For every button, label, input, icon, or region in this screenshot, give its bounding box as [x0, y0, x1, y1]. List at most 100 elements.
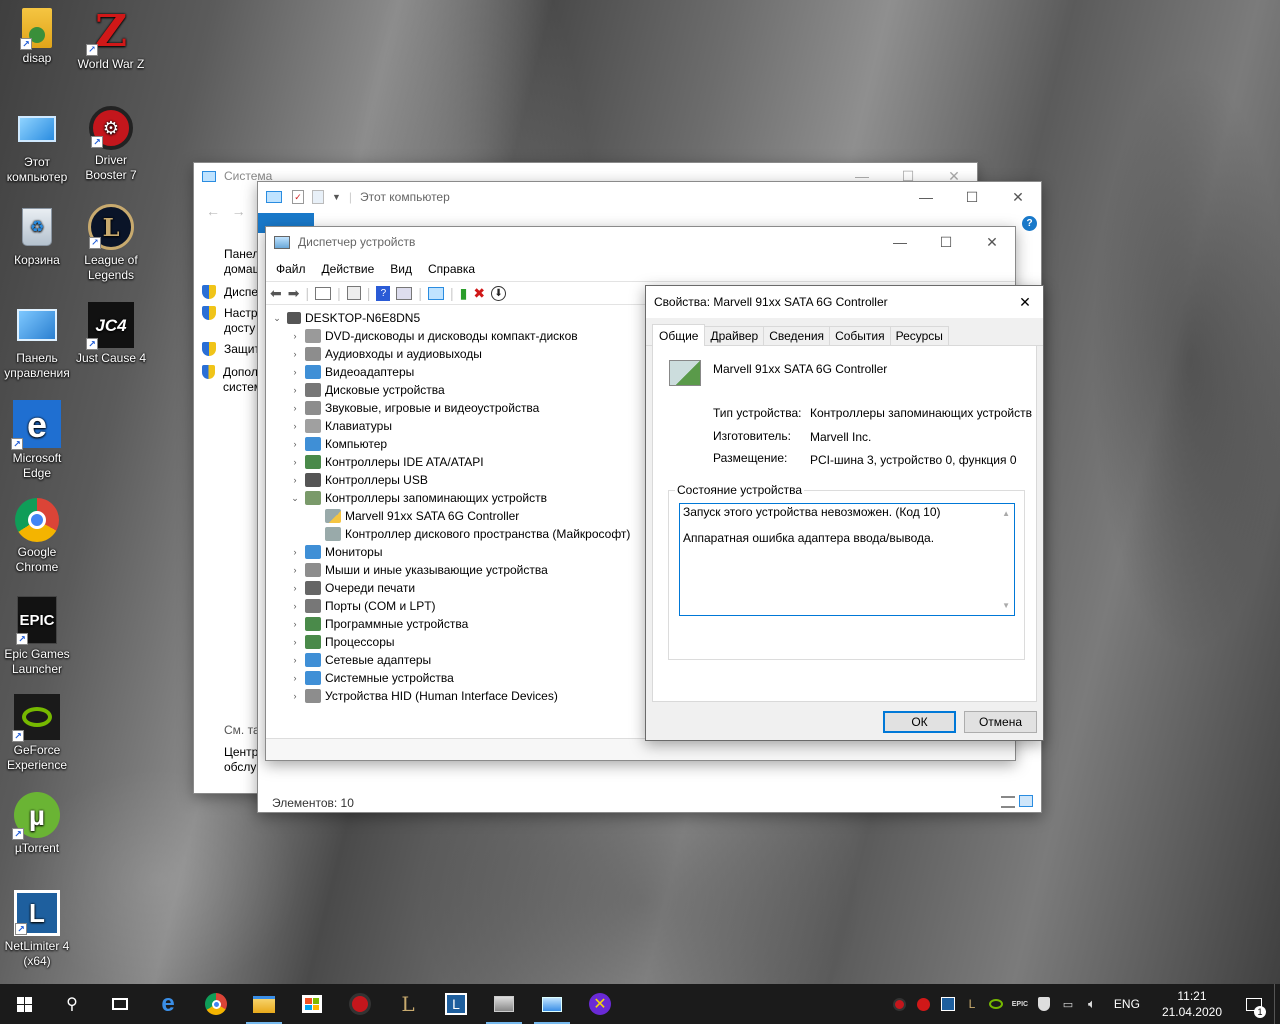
- taskbar-store[interactable]: [288, 984, 336, 1024]
- taskbar-device-manager[interactable]: [480, 984, 528, 1024]
- tree-category[interactable]: › Контроллеры USB: [270, 471, 648, 489]
- scan-hardware-icon[interactable]: [428, 286, 445, 300]
- tree-category[interactable]: › Процессоры: [270, 633, 648, 651]
- chevron-right-icon[interactable]: ›: [288, 565, 302, 575]
- tree-category[interactable]: › Сетевые адаптеры: [270, 651, 648, 669]
- taskbar-system[interactable]: [528, 984, 576, 1024]
- chevron-right-icon[interactable]: ›: [288, 655, 302, 665]
- back-arrow-icon[interactable]: ←: [206, 203, 220, 219]
- menu-view[interactable]: Вид: [382, 262, 420, 276]
- action-center-button[interactable]: 1: [1234, 984, 1274, 1024]
- tree-category[interactable]: › Клавиатуры: [270, 417, 648, 435]
- tree-category-storage-controllers[interactable]: ⌄ Контроллеры запоминающих устройств: [270, 489, 648, 507]
- close-button[interactable]: ✕: [1007, 286, 1043, 318]
- taskbar-chrome[interactable]: [192, 984, 240, 1024]
- minimize-button[interactable]: —: [903, 182, 949, 212]
- chevron-right-icon[interactable]: ›: [288, 457, 302, 467]
- chevron-down-icon[interactable]: ⌄: [288, 493, 302, 504]
- properties-titlebar[interactable]: Свойства: Marvell 91xx SATA 6G Controlle…: [646, 286, 1043, 318]
- system-footer-link[interactable]: Центр обслу: [224, 745, 258, 775]
- taskbar-driver-booster[interactable]: [336, 984, 384, 1024]
- minimize-button[interactable]: —: [877, 227, 923, 257]
- properties-dialog[interactable]: Свойства: Marvell 91xx SATA 6G Controlle…: [645, 285, 1044, 741]
- close-button[interactable]: ✕: [969, 227, 1015, 257]
- chevron-right-icon[interactable]: ›: [288, 349, 302, 359]
- tree-category[interactable]: › Мониторы: [270, 543, 648, 561]
- tree-category[interactable]: › Контроллеры IDE ATA/ATAPI: [270, 453, 648, 471]
- chevron-right-icon[interactable]: ›: [288, 619, 302, 629]
- desktop-icon-edge[interactable]: e ↗ Microsoft Edge: [0, 400, 74, 481]
- search-button[interactable]: ⚲: [48, 984, 96, 1024]
- scroll-down-icon[interactable]: ▼: [1002, 599, 1010, 612]
- tray-league-icon[interactable]: L: [960, 984, 984, 1024]
- desktop-icon-netlimiter[interactable]: L ↗ NetLimiter 4 (x64): [0, 890, 74, 969]
- chevron-down-icon[interactable]: ▼: [332, 192, 341, 202]
- maximize-button[interactable]: ☐: [949, 182, 995, 212]
- tray-clock[interactable]: 11:21 21.04.2020: [1150, 988, 1234, 1020]
- explorer-titlebar[interactable]: ✓ ▼ | Этот компьютер — ☐ ✕: [258, 182, 1041, 212]
- desktop-icon-epic-games[interactable]: EPIC ↗ Epic Games Launcher: [0, 596, 74, 677]
- device-manager-titlebar[interactable]: Диспетчер устройств — ☐ ✕: [266, 227, 1015, 257]
- tree-category[interactable]: › Мыши и иные указывающие устройства: [270, 561, 648, 579]
- tree-category[interactable]: › Очереди печати: [270, 579, 648, 597]
- tree-category[interactable]: › DVD-дисководы и дисководы компакт-диско…: [270, 327, 648, 345]
- chevron-right-icon[interactable]: ›: [288, 367, 302, 377]
- taskbar-league[interactable]: L: [384, 984, 432, 1024]
- tab-events[interactable]: События: [829, 326, 891, 345]
- tree-category[interactable]: › Порты (COM и LPT): [270, 597, 648, 615]
- menu-help[interactable]: Справка: [420, 262, 483, 276]
- scroll-up-icon[interactable]: ▲: [1002, 507, 1010, 520]
- tree-category[interactable]: › Звуковые, игровые и видеоустройства: [270, 399, 648, 417]
- chevron-right-icon[interactable]: ›: [288, 421, 302, 431]
- show-hide-tree-icon[interactable]: [315, 286, 332, 300]
- tree-category[interactable]: › Программные устройства: [270, 615, 648, 633]
- help-icon[interactable]: ?: [1022, 216, 1037, 231]
- tree-category[interactable]: › Устройства HID (Human Interface Devices…: [270, 687, 648, 705]
- sidebar-link-advanced[interactable]: Допол систем: [202, 365, 262, 395]
- tree-device-marvell[interactable]: Marvell 91xx SATA 6G Controller: [270, 507, 648, 525]
- cancel-button[interactable]: Отмена: [964, 711, 1037, 733]
- chevron-right-icon[interactable]: ›: [288, 331, 302, 341]
- tab-resources[interactable]: Ресурсы: [889, 326, 949, 345]
- tray-language[interactable]: ENG: [1104, 997, 1150, 1011]
- desktop-icon-geforce[interactable]: ↗ GeForce Experience: [0, 694, 74, 773]
- tray-app-1-icon[interactable]: [888, 984, 912, 1024]
- forward-arrow-icon[interactable]: →: [232, 203, 246, 219]
- desktop-icon-driver-booster[interactable]: ⚙ ↗ Driver Booster 7: [74, 106, 148, 183]
- task-view-button[interactable]: [96, 984, 144, 1024]
- tree-category[interactable]: › Дисковые устройства: [270, 381, 648, 399]
- tray-driver-booster-icon[interactable]: [912, 984, 936, 1024]
- tree-device-storage-spaces[interactable]: Контроллер дискового пространства (Майкр…: [270, 525, 648, 543]
- chevron-right-icon[interactable]: ›: [288, 673, 302, 683]
- horizontal-scrollbar[interactable]: [266, 738, 1015, 760]
- close-button[interactable]: ✕: [995, 182, 1041, 212]
- chevron-right-icon[interactable]: ›: [288, 637, 302, 647]
- show-desktop-button[interactable]: [1274, 984, 1280, 1024]
- action-view-icon[interactable]: [396, 286, 413, 300]
- tray-defender-icon[interactable]: [1032, 984, 1056, 1024]
- desktop-icon-chrome[interactable]: Google Chrome: [0, 498, 74, 575]
- chevron-right-icon[interactable]: ›: [288, 691, 302, 701]
- desktop-icon-recycle-bin[interactable]: ♻ Корзина: [0, 204, 74, 268]
- maximize-button[interactable]: ☐: [923, 227, 969, 257]
- view-details-icon[interactable]: [1001, 796, 1015, 808]
- tree-category[interactable]: › Видеоадаптеры: [270, 363, 648, 381]
- tree-category[interactable]: › Системные устройства: [270, 669, 648, 687]
- taskbar-netlimiter[interactable]: L: [432, 984, 480, 1024]
- desktop-icon-disap[interactable]: ↗ disap: [0, 8, 74, 66]
- sidebar-link-remote[interactable]: Настр досту: [202, 306, 262, 336]
- tray-network-icon[interactable]: ▭: [1056, 984, 1080, 1024]
- tray-epic-icon[interactable]: EPIC: [1008, 984, 1032, 1024]
- properties-quick-icon[interactable]: ✓: [292, 190, 304, 204]
- taskbar-edge[interactable]: e: [144, 984, 192, 1024]
- desktop-icon-this-pc[interactable]: Этот компьютер: [0, 106, 74, 185]
- ok-button[interactable]: ОК: [883, 711, 956, 733]
- start-button[interactable]: [0, 984, 48, 1024]
- chevron-right-icon[interactable]: ›: [288, 547, 302, 557]
- chevron-right-icon[interactable]: ›: [288, 601, 302, 611]
- taskbar-app-x[interactable]: ✕: [576, 984, 624, 1024]
- desktop-icon-utorrent[interactable]: µ ↗ µTorrent: [0, 792, 74, 856]
- view-tiles-icon[interactable]: [1019, 795, 1033, 807]
- properties-icon[interactable]: [346, 286, 361, 300]
- menu-action[interactable]: Действие: [314, 262, 383, 276]
